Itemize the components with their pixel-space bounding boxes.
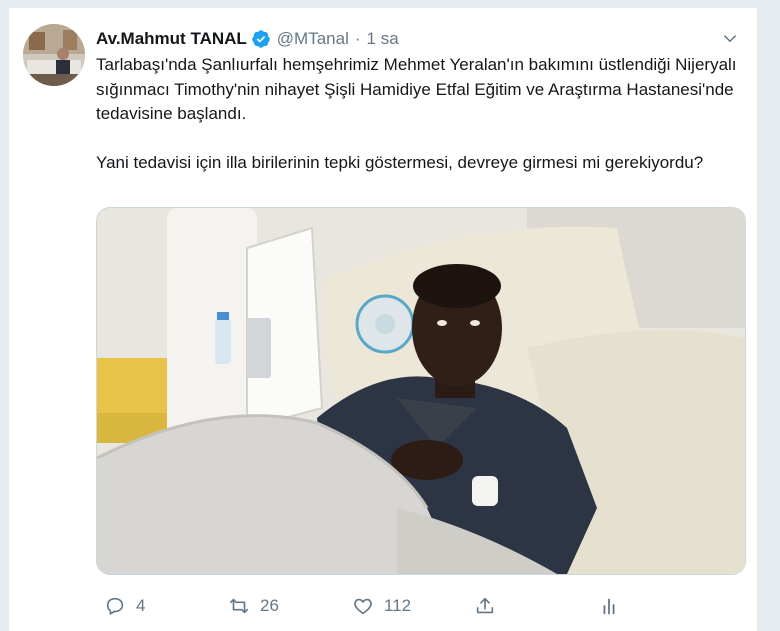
avatar-image xyxy=(23,24,85,86)
header-separator: · xyxy=(354,29,361,48)
tweet-card[interactable]: Av.Mahmut TANAL @MTanal · 1 sa Tarlabaşı… xyxy=(8,8,758,631)
analytics-button[interactable] xyxy=(598,591,620,621)
like-icon xyxy=(354,598,372,615)
tweet-photo[interactable] xyxy=(96,207,746,575)
photo-image xyxy=(97,208,745,574)
tweet-header: Av.Mahmut TANAL @MTanal · 1 sa xyxy=(96,28,745,50)
reply-button[interactable]: 4 xyxy=(104,591,145,621)
share-icon xyxy=(476,597,494,614)
like-button[interactable]: 112 xyxy=(352,591,411,621)
chevron-down-icon[interactable] xyxy=(721,30,739,48)
author-handle[interactable]: @MTanal xyxy=(277,29,349,49)
tweet-text: Tarlabaşı'nda Şanlıurfalı hemşehrimiz Me… xyxy=(96,55,737,172)
avatar[interactable] xyxy=(23,24,85,86)
tweet-timestamp[interactable]: 1 sa xyxy=(367,29,399,49)
page-top-strip xyxy=(0,0,780,8)
reply-count: 4 xyxy=(136,596,146,615)
reply-icon xyxy=(106,597,124,615)
like-count: 112 xyxy=(384,596,412,615)
tweet-actions: 4 26 112 xyxy=(96,591,746,621)
analytics-icon xyxy=(603,598,615,615)
retweet-count: 26 xyxy=(260,596,279,615)
retweet-button[interactable]: 26 xyxy=(228,591,279,621)
verified-badge-icon xyxy=(251,29,271,49)
author-name[interactable]: Av.Mahmut TANAL xyxy=(96,29,247,49)
share-button[interactable] xyxy=(474,591,496,621)
retweet-icon xyxy=(229,598,249,614)
